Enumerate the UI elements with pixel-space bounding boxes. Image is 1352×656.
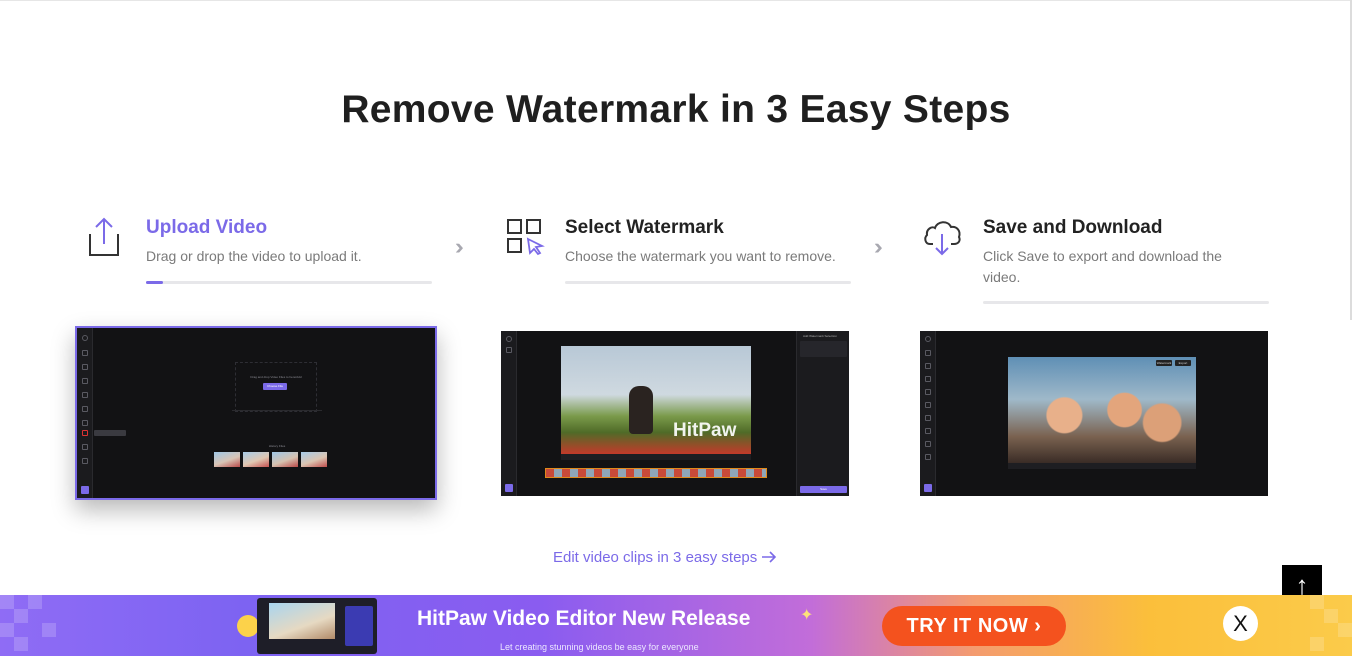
history-thumbnail[interactable] <box>272 452 298 467</box>
step-heading: Select Watermark <box>565 217 724 238</box>
history-title: History Files <box>268 444 286 448</box>
app-sidebar <box>920 331 936 496</box>
watermark-text: HitPaw <box>673 420 737 441</box>
timeline-strip[interactable] <box>545 468 767 478</box>
app-sidebar <box>501 331 517 496</box>
sidebar-tooltip <box>94 430 126 436</box>
cloud-download-icon <box>924 221 961 256</box>
step-upload-video[interactable]: Upload Video Drag or drop the video to u… <box>86 214 436 294</box>
step-heading: Save and Download <box>983 217 1163 238</box>
banner-title: HitPaw Video Editor New Release <box>417 607 751 630</box>
select-watermark-preview-screenshot[interactable]: HitPaw Add Watermark Selection Save <box>501 331 849 496</box>
step-heading: Upload Video <box>146 217 268 238</box>
save-button[interactable]: Save <box>800 486 847 493</box>
step-save-download[interactable]: Save and Download Click Save to export a… <box>923 214 1273 306</box>
player-controls <box>561 454 751 460</box>
step-description: Click Save to export and download the vi… <box>983 248 1222 285</box>
chevron-right-icon: ›› <box>455 234 463 259</box>
try-it-now-button[interactable]: TRY IT NOW › <box>882 606 1066 646</box>
close-banner-button[interactable]: X <box>1223 606 1258 641</box>
section-title: Remove Watermark in 3 Easy Steps <box>341 88 1011 131</box>
video-preview[interactable]: HitPaw <box>561 346 751 454</box>
chevron-right-icon: › <box>1034 615 1042 637</box>
sparkle-icon: ✦ <box>800 607 814 624</box>
select-watermark-icon <box>507 219 545 256</box>
upload-icon <box>89 217 119 256</box>
step-select-watermark[interactable]: Select Watermark Choose the watermark yo… <box>505 214 855 294</box>
step-progress-bar <box>146 281 432 284</box>
history-thumbnail[interactable] <box>243 452 269 467</box>
step-progress-bar <box>983 301 1269 304</box>
history-thumbnail[interactable] <box>301 452 327 467</box>
step-description: Choose the watermark you want to remove. <box>565 248 836 264</box>
top-divider <box>0 0 1352 1</box>
promo-banner[interactable]: HitPaw Video Editor New Release ✦ Let cr… <box>0 595 1352 656</box>
upload-preview-screenshot[interactable]: Drag and drop Video Files to here/Add Ch… <box>75 326 437 500</box>
save-download-preview-screenshot[interactable]: Watermark Export <box>920 331 1268 496</box>
banner-subtitle: Let creating stunning videos be easy for… <box>500 642 699 652</box>
step-progress-fill <box>146 281 163 284</box>
emoji-icon <box>237 615 259 637</box>
chevron-right-icon: ›› <box>874 234 882 259</box>
arrow-right-icon <box>762 551 777 563</box>
drop-zone-text: Drag and drop Video Files to here/Add <box>250 375 302 379</box>
choose-file-button[interactable]: Choose File <box>263 383 287 390</box>
history-thumbnail[interactable] <box>214 452 240 467</box>
drop-zone[interactable]: Drag and drop Video Files to here/Add Ch… <box>235 362 317 412</box>
watermark-panel: Add Watermark Selection Save <box>796 331 849 496</box>
step-progress-bar <box>565 281 851 284</box>
app-sidebar <box>77 328 93 498</box>
product-mockup <box>257 598 377 654</box>
video-preview[interactable]: Watermark Export <box>1008 357 1196 463</box>
player-controls <box>1008 463 1196 469</box>
edit-video-link[interactable]: Edit video clips in 3 easy steps <box>553 549 777 566</box>
step-description: Drag or drop the video to upload it. <box>146 248 362 264</box>
